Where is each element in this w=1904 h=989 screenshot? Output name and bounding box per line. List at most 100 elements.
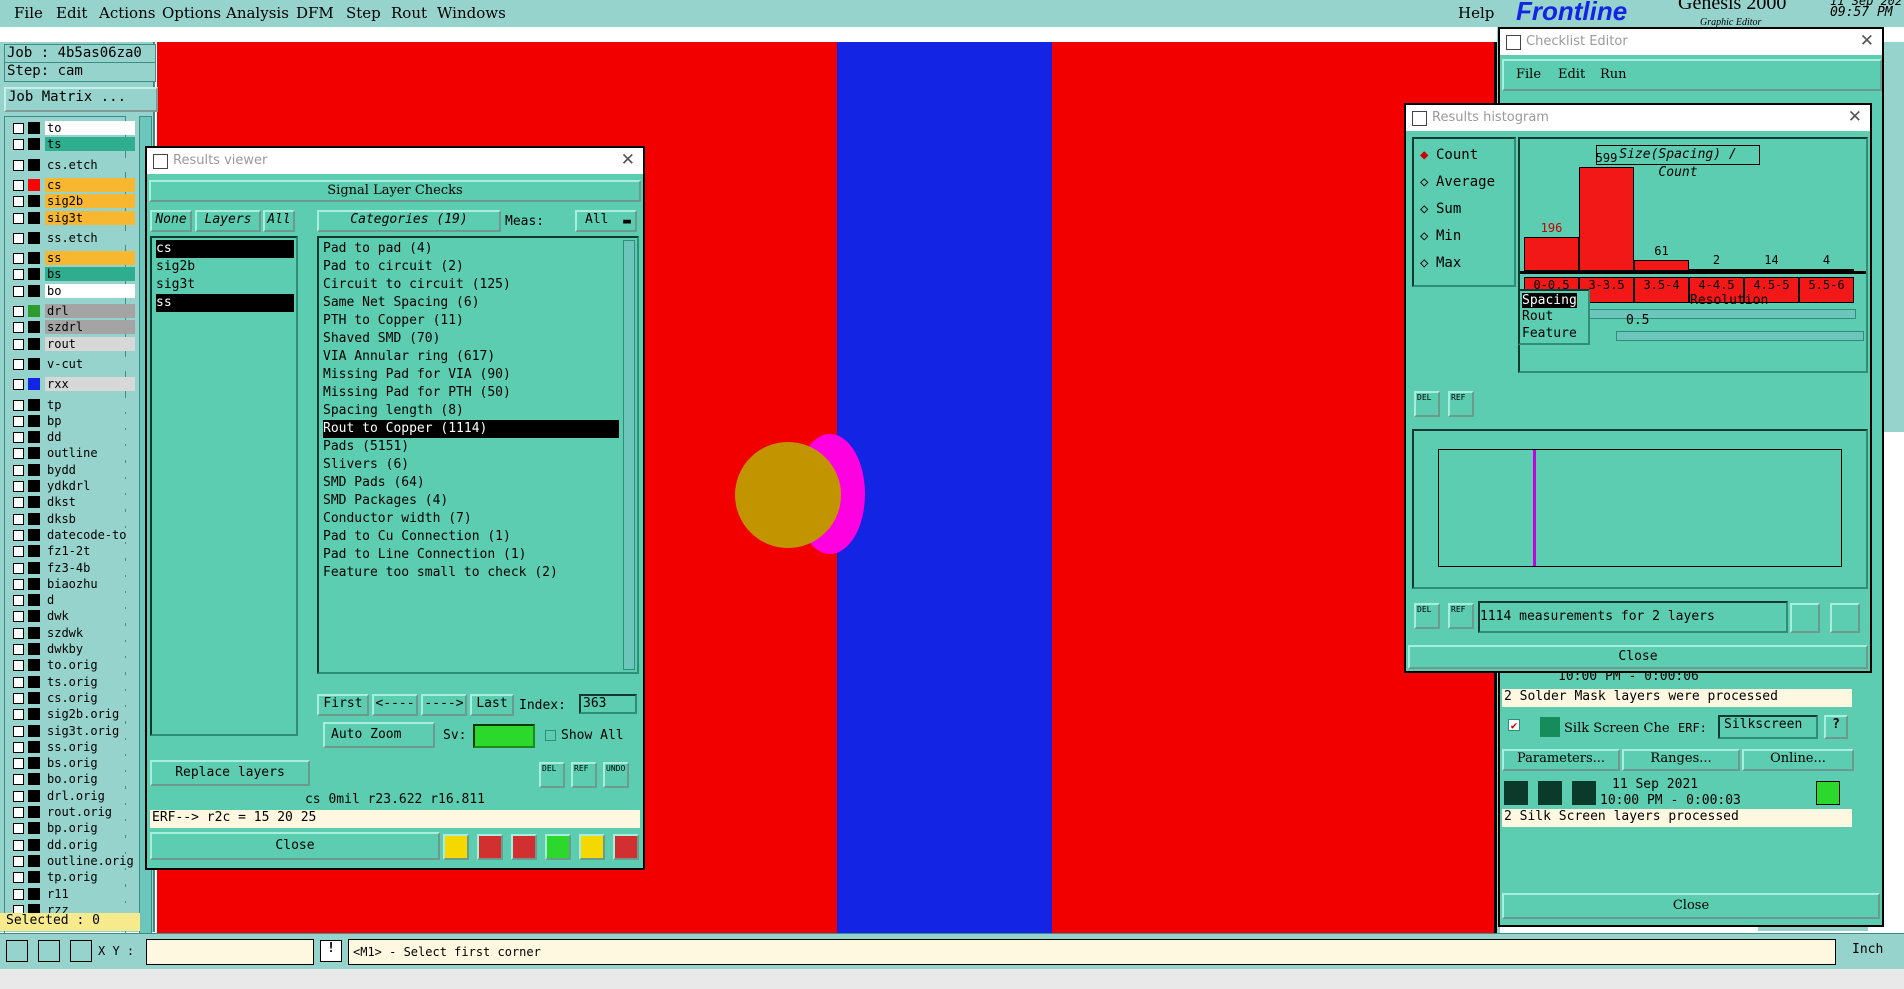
layer-row[interactable]: dwk [11,609,135,624]
chart-icon[interactable] [613,834,639,860]
job-matrix-button[interactable]: Job Matrix ... [4,87,158,112]
last-button[interactable]: Last [470,694,514,716]
layer-color-swatch[interactable] [28,643,40,655]
layer-checkbox[interactable] [13,823,24,835]
radio-min[interactable]: Min [1436,228,1461,244]
resolution-slider[interactable] [1616,331,1864,341]
layer-row[interactable]: fz3-4b [11,560,135,576]
layer-checkbox[interactable] [13,123,24,134]
menu-windows[interactable]: Windows [437,4,506,22]
measure-feature[interactable]: Feature [1522,326,1577,341]
undo-icon[interactable]: UNDO [603,762,629,788]
layer-checkbox[interactable] [13,725,24,737]
layer-row[interactable]: outline.orig [11,853,135,869]
menu-file[interactable]: File [1516,67,1541,82]
layer-name[interactable]: bs [45,267,135,282]
layer-color-swatch[interactable] [28,122,40,134]
layer-name[interactable]: ts.orig [45,674,135,689]
layer-checkbox[interactable] [13,139,24,151]
layer-name[interactable]: dksb [45,511,135,526]
layer-checkbox[interactable] [13,399,24,411]
layer-color-swatch[interactable] [28,528,40,541]
show-all-checkbox[interactable] [545,730,556,741]
layer-color-swatch[interactable] [28,268,40,281]
layer-name[interactable]: biaozhu [45,576,135,591]
all-button[interactable]: All [263,210,295,232]
layer-checkbox[interactable] [13,432,24,444]
layer-name[interactable]: to.orig [45,658,135,673]
layer-color-swatch[interactable] [28,195,40,208]
menu-run[interactable]: Run [1600,67,1627,82]
layer-checkbox[interactable] [13,448,24,460]
layer-name[interactable]: drl.orig [45,788,135,803]
layer-color-swatch[interactable] [28,610,40,623]
layer-checkbox[interactable] [13,212,24,224]
layer-row[interactable]: ss [11,251,135,266]
layer-row[interactable]: rout.orig [11,805,135,820]
layer-color-swatch[interactable] [28,447,40,460]
online-button[interactable]: Online... [1742,749,1854,771]
layer-color-swatch[interactable] [28,512,40,525]
layer-row[interactable]: bs.orig [11,756,135,771]
layer-color-swatch[interactable] [28,463,40,476]
layer-row[interactable]: biaozhu [11,576,135,592]
layer-name[interactable]: cs [45,177,135,192]
layer-row[interactable]: v-cut [11,356,135,372]
close-icon[interactable]: ✕ [1860,31,1874,51]
layer-name[interactable]: dd.orig [45,837,135,852]
zoom-results-icon[interactable] [1816,781,1840,805]
layer-row[interactable]: bp [11,413,135,429]
measure-rout[interactable]: Rout [1522,309,1553,324]
layer-name[interactable]: d [45,593,135,608]
layer-name[interactable]: bo.orig [45,772,135,787]
unit-label[interactable]: Inch [1852,942,1883,957]
xy-input[interactable] [146,939,314,965]
category-item[interactable]: Missing Pad for VIA (90) [323,366,619,384]
layer-color-swatch[interactable] [28,414,40,427]
grid-icon[interactable] [70,940,92,962]
layer-checkbox[interactable] [13,611,24,623]
layer-list-item[interactable]: sig2b [156,258,294,276]
layer-name[interactable]: r11 [45,886,135,901]
layers-listbox[interactable]: cs sig2b sig3t ss [150,236,298,736]
layer-color-swatch[interactable] [28,594,40,607]
run-icon[interactable] [1504,781,1528,805]
layer-row[interactable]: dksb [11,511,135,527]
category-item[interactable]: Pad to pad (4) [323,240,619,258]
layer-color-swatch[interactable] [28,577,40,590]
layer-name[interactable]: outline.orig [45,853,135,868]
layer-name[interactable]: drl [45,304,135,318]
layer-color-swatch[interactable] [28,675,40,688]
layer-color-swatch[interactable] [28,806,40,818]
layer-row[interactable]: drl [11,304,135,319]
layer-row[interactable]: dwkby [11,642,135,657]
layer-color-swatch[interactable] [28,822,40,835]
layer-checkbox[interactable] [13,285,24,297]
layer-name[interactable]: ydkdrl [45,479,135,493]
layer-name[interactable]: ss.orig [45,739,135,754]
layer-name[interactable]: rout.orig [45,805,135,819]
menu-edit[interactable]: Edit [56,4,87,22]
layer-name[interactable]: sig2b.orig [45,707,135,722]
layer-checkbox[interactable] [13,338,24,350]
layer-row[interactable]: dd [11,430,135,445]
layer-color-swatch[interactable] [28,357,40,370]
layer-checkbox[interactable] [13,774,24,786]
layer-row[interactable]: cs.etch [11,157,135,173]
category-item[interactable]: Circuit to circuit (125) [323,276,619,294]
layer-name[interactable]: ts [45,137,135,152]
layer-checkbox[interactable] [13,179,24,191]
layer-name[interactable]: to [45,121,135,135]
layer-row[interactable]: ss.orig [11,739,135,755]
toolbar-icon-4[interactable] [545,834,571,860]
silk-check-checkbox[interactable]: ✔ [1508,719,1520,731]
layer-name[interactable]: bs.orig [45,756,135,771]
layer-color-swatch[interactable] [28,480,40,492]
layer-name[interactable]: bo [45,283,135,298]
prev-button[interactable]: <---- [372,694,418,716]
category-item[interactable]: Missing Pad for PTH (50) [323,384,619,402]
layer-checkbox[interactable] [13,481,24,492]
layer-name[interactable]: ss [45,251,135,266]
layer-row[interactable]: bs [11,267,135,282]
layer-checkbox[interactable] [13,497,24,509]
